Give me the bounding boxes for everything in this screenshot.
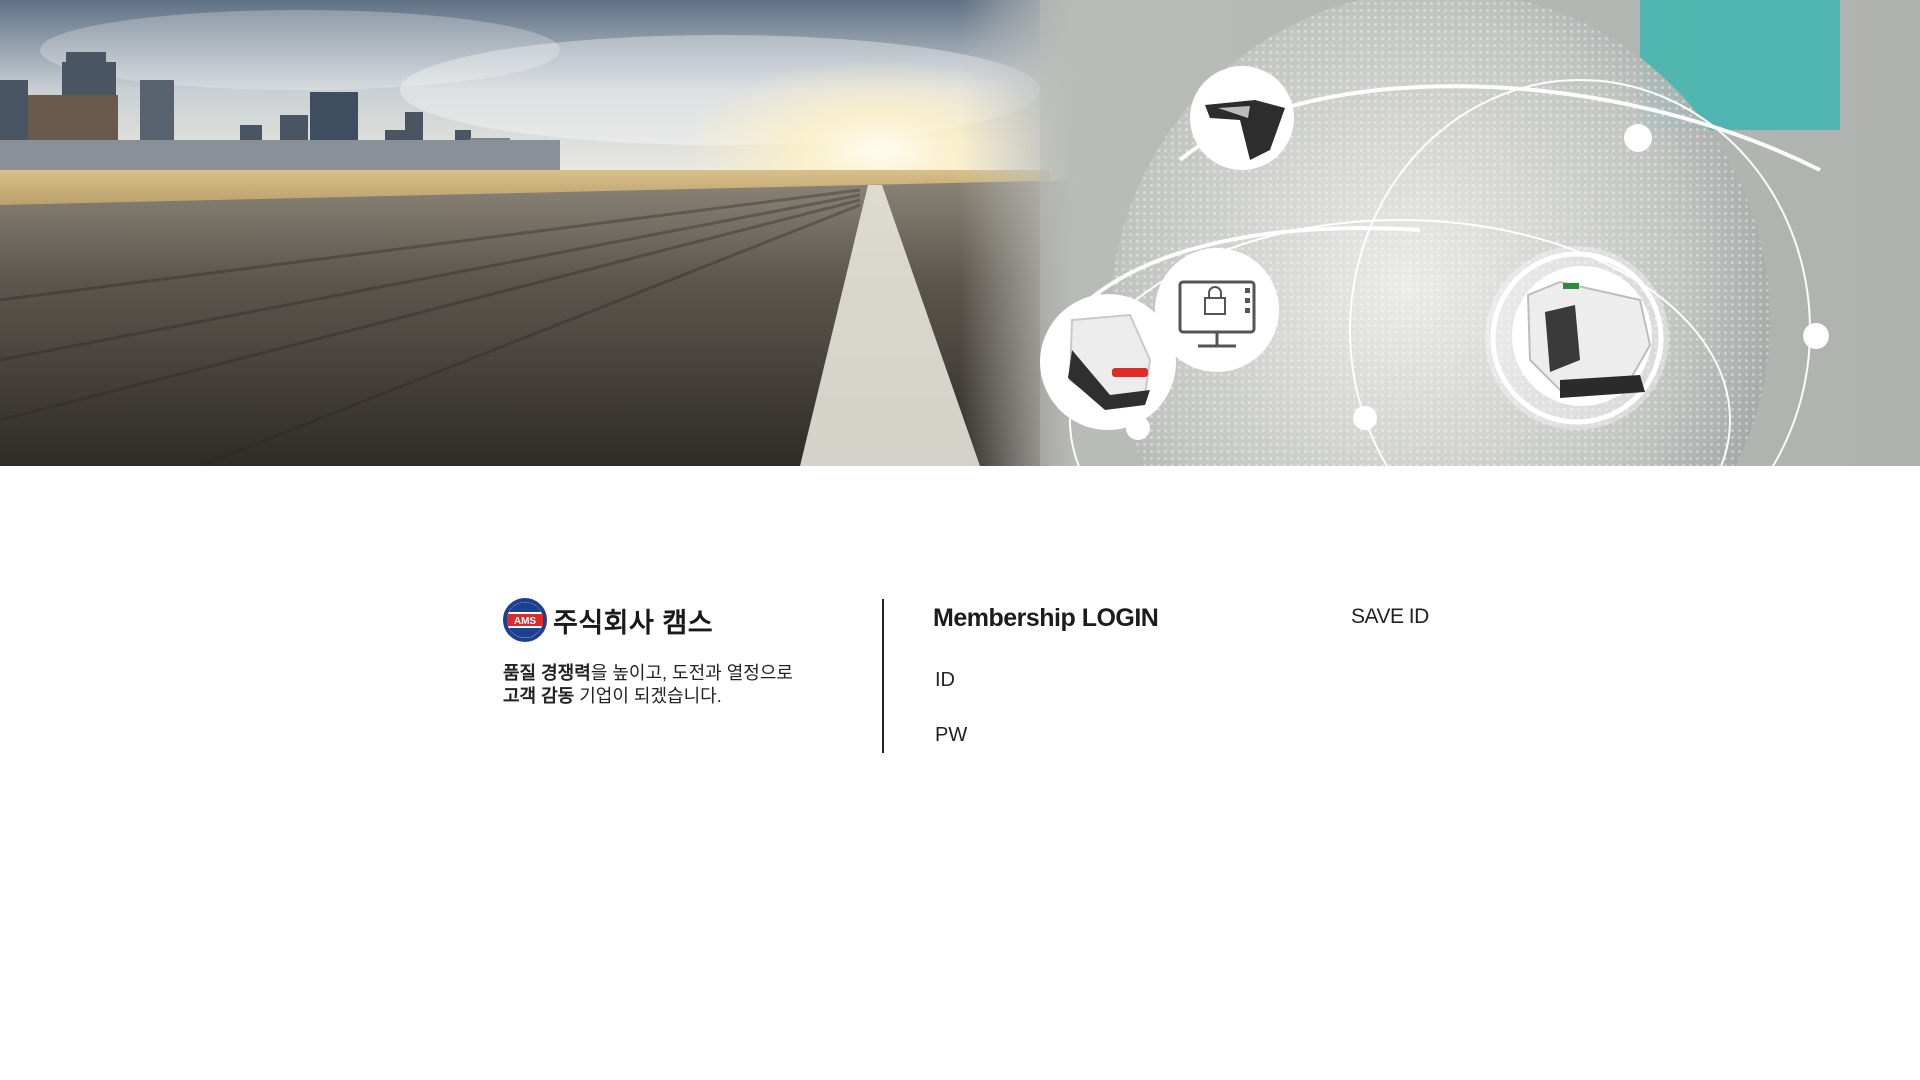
- slogan-text-2: 기업이 되겠습니다.: [574, 686, 722, 706]
- hero-banner: [0, 0, 1920, 466]
- pw-field-row: PW: [935, 719, 1313, 751]
- vertical-divider: [882, 599, 884, 753]
- pw-label: PW: [935, 723, 968, 746]
- car-bumper-icon: [1040, 294, 1176, 430]
- slogan-line-2: 고객 감동 기업이 되겠습니다.: [503, 685, 793, 708]
- svg-text:AMS: AMS: [514, 616, 537, 627]
- save-id-option[interactable]: SAVE ID: [1347, 605, 1429, 629]
- id-field-row: ID: [935, 664, 1313, 696]
- brand: AMS 주식회사 캠스: [503, 598, 713, 642]
- login-page: AMS 주식회사 캠스 품질 경쟁력을 높이고, 도전과 열정으로 고객 감동 …: [0, 0, 1920, 1080]
- save-id-label: SAVE ID: [1351, 605, 1429, 628]
- id-label: ID: [935, 668, 955, 691]
- company-logo: AMS: [503, 598, 547, 642]
- slogan-text-1: 을 높이고, 도전과 열정으로: [590, 663, 793, 683]
- slogan-line-1: 품질 경쟁력을 높이고, 도전과 열정으로: [503, 662, 793, 685]
- login-title: Membership LOGIN: [933, 604, 1159, 632]
- pw-input[interactable]: [979, 719, 1313, 751]
- id-input[interactable]: [979, 664, 1313, 696]
- company-name: 주식회사 캠스: [553, 607, 714, 638]
- slogan-highlight-2: 고객 감동: [503, 686, 575, 706]
- company-slogan: 품질 경쟁력을 높이고, 도전과 열정으로 고객 감동 기업이 되겠습니다.: [503, 662, 793, 708]
- car-part-icon: [1190, 66, 1294, 170]
- slogan-highlight-1: 품질 경쟁력: [503, 663, 591, 683]
- hero-illustration: [0, 0, 1920, 466]
- car-seat-part-icon: [1485, 246, 1669, 430]
